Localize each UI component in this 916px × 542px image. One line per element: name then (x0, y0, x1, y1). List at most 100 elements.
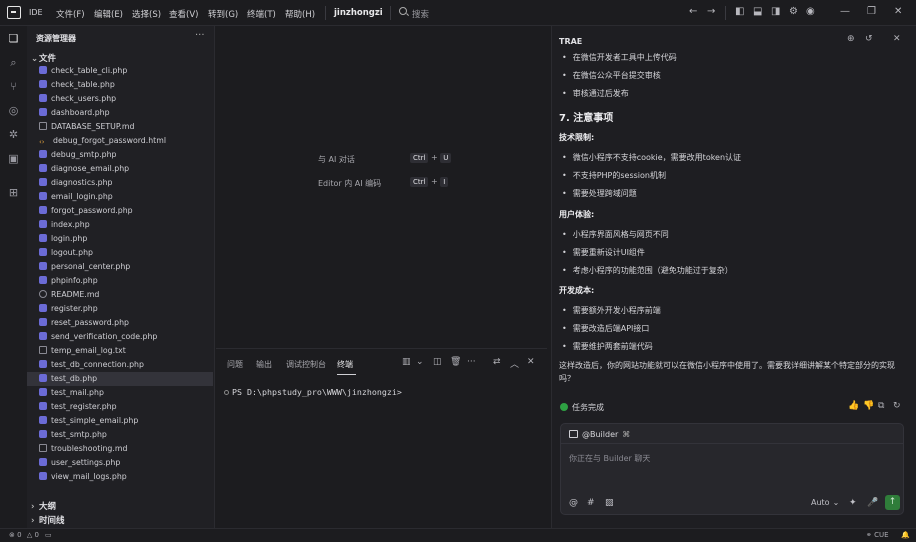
hashtag-icon[interactable]: # (587, 498, 595, 508)
account-icon[interactable]: ◉ (806, 6, 815, 17)
remote-icon[interactable]: ▣ (6, 151, 21, 166)
send-button[interactable]: ↑ (885, 495, 900, 510)
agent-selector[interactable]: @Builder ⌘ (569, 430, 630, 439)
chevron-down-icon[interactable]: ⌄ (374, 6, 381, 15)
file-item[interactable]: debug_smtp.php (27, 148, 213, 162)
file-item[interactable]: check_table_cli.php (27, 64, 213, 78)
thumbs-down-icon[interactable]: 👎 (863, 401, 874, 411)
file-item[interactable]: check_table.php (27, 78, 213, 92)
new-chat-icon[interactable]: ⊕ (847, 34, 855, 44)
file-item[interactable]: test_smtp.php (27, 428, 213, 442)
notifications-icon[interactable]: 🔔 (901, 531, 910, 539)
toggle-sidebar-icon[interactable]: ◧ (735, 6, 744, 17)
preview-icon[interactable]: ◎ (6, 103, 21, 118)
file-item[interactable]: forgot_password.php (27, 204, 213, 218)
toggle-chat-icon[interactable]: ◨ (771, 6, 780, 17)
file-item[interactable]: register.php (27, 302, 213, 316)
file-item[interactable]: phpinfo.php (27, 274, 213, 288)
file-item[interactable]: send_verification_code.php (27, 330, 213, 344)
file-item[interactable]: DATABASE_SETUP.md (27, 120, 213, 134)
layout-icon[interactable]: ◫ (433, 357, 442, 367)
section-outline[interactable]: › 大纲 (31, 500, 56, 512)
file-item[interactable]: test_db_connection.php (27, 358, 213, 372)
file-item[interactable]: README.md (27, 288, 213, 302)
file-item[interactable]: dashboard.php (27, 106, 213, 120)
minimize-icon[interactable]: — (840, 6, 850, 17)
chevron-up-icon[interactable]: ︿ (510, 357, 519, 370)
search-input[interactable]: 搜索 (412, 8, 429, 20)
error-count[interactable]: ⊗ 0 △ 0 (9, 531, 39, 539)
php-file-icon (39, 374, 47, 382)
history-icon[interactable]: ↺ (865, 34, 873, 44)
explorer-icon[interactable]: ❏ (6, 31, 21, 46)
model-selector[interactable]: Auto ⌄ (811, 498, 839, 507)
chevron-down-icon[interactable]: ⌄ (416, 357, 424, 367)
file-item[interactable]: personal_center.php (27, 260, 213, 274)
tab-output[interactable]: 输出 (256, 359, 272, 370)
mention-icon[interactable]: @ (569, 498, 578, 508)
regenerate-icon[interactable]: ↻ (893, 401, 901, 411)
file-name: temp_email_log.txt (51, 346, 126, 355)
tab-problems[interactable]: 问题 (227, 359, 243, 370)
menu-edit[interactable]: 编辑(E) (94, 8, 123, 20)
file-item[interactable]: reset_password.php (27, 316, 213, 330)
file-item[interactable]: test_mail.php (27, 386, 213, 400)
file-item[interactable]: ‹› debug_forgot_password.html (27, 134, 213, 148)
close-icon[interactable]: ✕ (893, 34, 901, 44)
file-item[interactable]: email_login.php (27, 190, 213, 204)
search-icon[interactable]: ⌕ (6, 55, 21, 70)
chat-input[interactable]: 你正在与 Builder 聊天 (569, 453, 650, 464)
forward-arrow-icon[interactable]: → (707, 6, 715, 17)
menu-help[interactable]: 帮助(H) (285, 8, 315, 20)
settings-icon[interactable]: ⚙ (789, 6, 798, 17)
file-item[interactable]: index.php (27, 218, 213, 232)
menu-select[interactable]: 选择(S) (132, 8, 161, 20)
section-files[interactable]: ⌄文件 (31, 52, 56, 64)
list-item: 考虑小程序的功能范围（避免功能过于复杂） (562, 265, 733, 276)
copy-icon[interactable]: ⧉ (878, 401, 884, 411)
file-item[interactable]: diagnostics.php (27, 176, 213, 190)
toggle-panel-icon[interactable]: ⬓ (753, 6, 762, 17)
search-icon[interactable] (399, 7, 407, 15)
file-item[interactable]: logout.php (27, 246, 213, 260)
more-icon[interactable]: ··· (467, 357, 476, 367)
tab-debug-console[interactable]: 调试控制台 (286, 359, 326, 370)
menu-goto[interactable]: 转到(G) (208, 8, 238, 20)
menu-file[interactable]: 文件(F) (56, 8, 85, 20)
swap-icon[interactable]: ⇄ (493, 357, 501, 367)
chat-input-box: @Builder ⌘ 你正在与 Builder 聊天 @ # ▨ Auto ⌄ ✦ … (560, 423, 904, 515)
source-control-icon[interactable]: ⑂ (6, 79, 21, 94)
bottom-panel: 问题 输出 调试控制台 终端 ▥ ⌄ ◫ 🗑 ··· ⇄ ︿ ✕ PS D:\p… (216, 348, 547, 528)
sparkle-icon[interactable]: ✦ (849, 498, 857, 508)
file-item[interactable]: test_simple_email.php (27, 414, 213, 428)
maximize-icon[interactable]: ❐ (867, 6, 876, 17)
file-item[interactable]: temp_email_log.txt (27, 344, 213, 358)
more-icon[interactable]: ··· (195, 30, 205, 41)
section-timeline[interactable]: › 时间线 (31, 514, 65, 526)
debug-icon[interactable]: ✲ (6, 127, 21, 142)
status-right[interactable]: ⚭ CUE (866, 531, 889, 539)
file-item[interactable]: login.php (27, 232, 213, 246)
split-terminal-icon[interactable]: ▥ (402, 357, 411, 367)
tab-terminal[interactable]: 终端 (337, 359, 353, 370)
close-icon[interactable]: ✕ (894, 6, 902, 17)
image-icon[interactable]: ▨ (605, 498, 614, 508)
ports-icon[interactable]: ▭ (45, 531, 52, 539)
ai-chat-panel: TRAE ⊕ ↺ ✕ 在微信开发者工具中上传代码 在微信公众平台提交审核 审核通… (551, 26, 916, 528)
file-item[interactable]: view_mail_logs.php (27, 470, 213, 484)
file-item[interactable]: user_settings.php (27, 456, 213, 470)
microphone-icon[interactable]: 🎤 (867, 498, 878, 508)
file-item[interactable]: test_db.php (27, 372, 213, 386)
menu-terminal[interactable]: 终端(T) (247, 8, 276, 20)
terminal-prompt[interactable]: PS D:\phpstudy_pro\WWW\jinzhongzi> (224, 387, 402, 397)
menu-view[interactable]: 查看(V) (169, 8, 198, 20)
file-item[interactable]: test_register.php (27, 400, 213, 414)
close-panel-icon[interactable]: ✕ (527, 357, 535, 367)
trash-icon[interactable]: 🗑 (450, 357, 461, 367)
file-item[interactable]: troubleshooting.md (27, 442, 213, 456)
file-item[interactable]: diagnose_email.php (27, 162, 213, 176)
file-item[interactable]: check_users.php (27, 92, 213, 106)
extensions-icon[interactable]: ⊞ (6, 185, 21, 200)
back-arrow-icon[interactable]: ← (689, 6, 697, 17)
thumbs-up-icon[interactable]: 👍 (848, 401, 859, 411)
